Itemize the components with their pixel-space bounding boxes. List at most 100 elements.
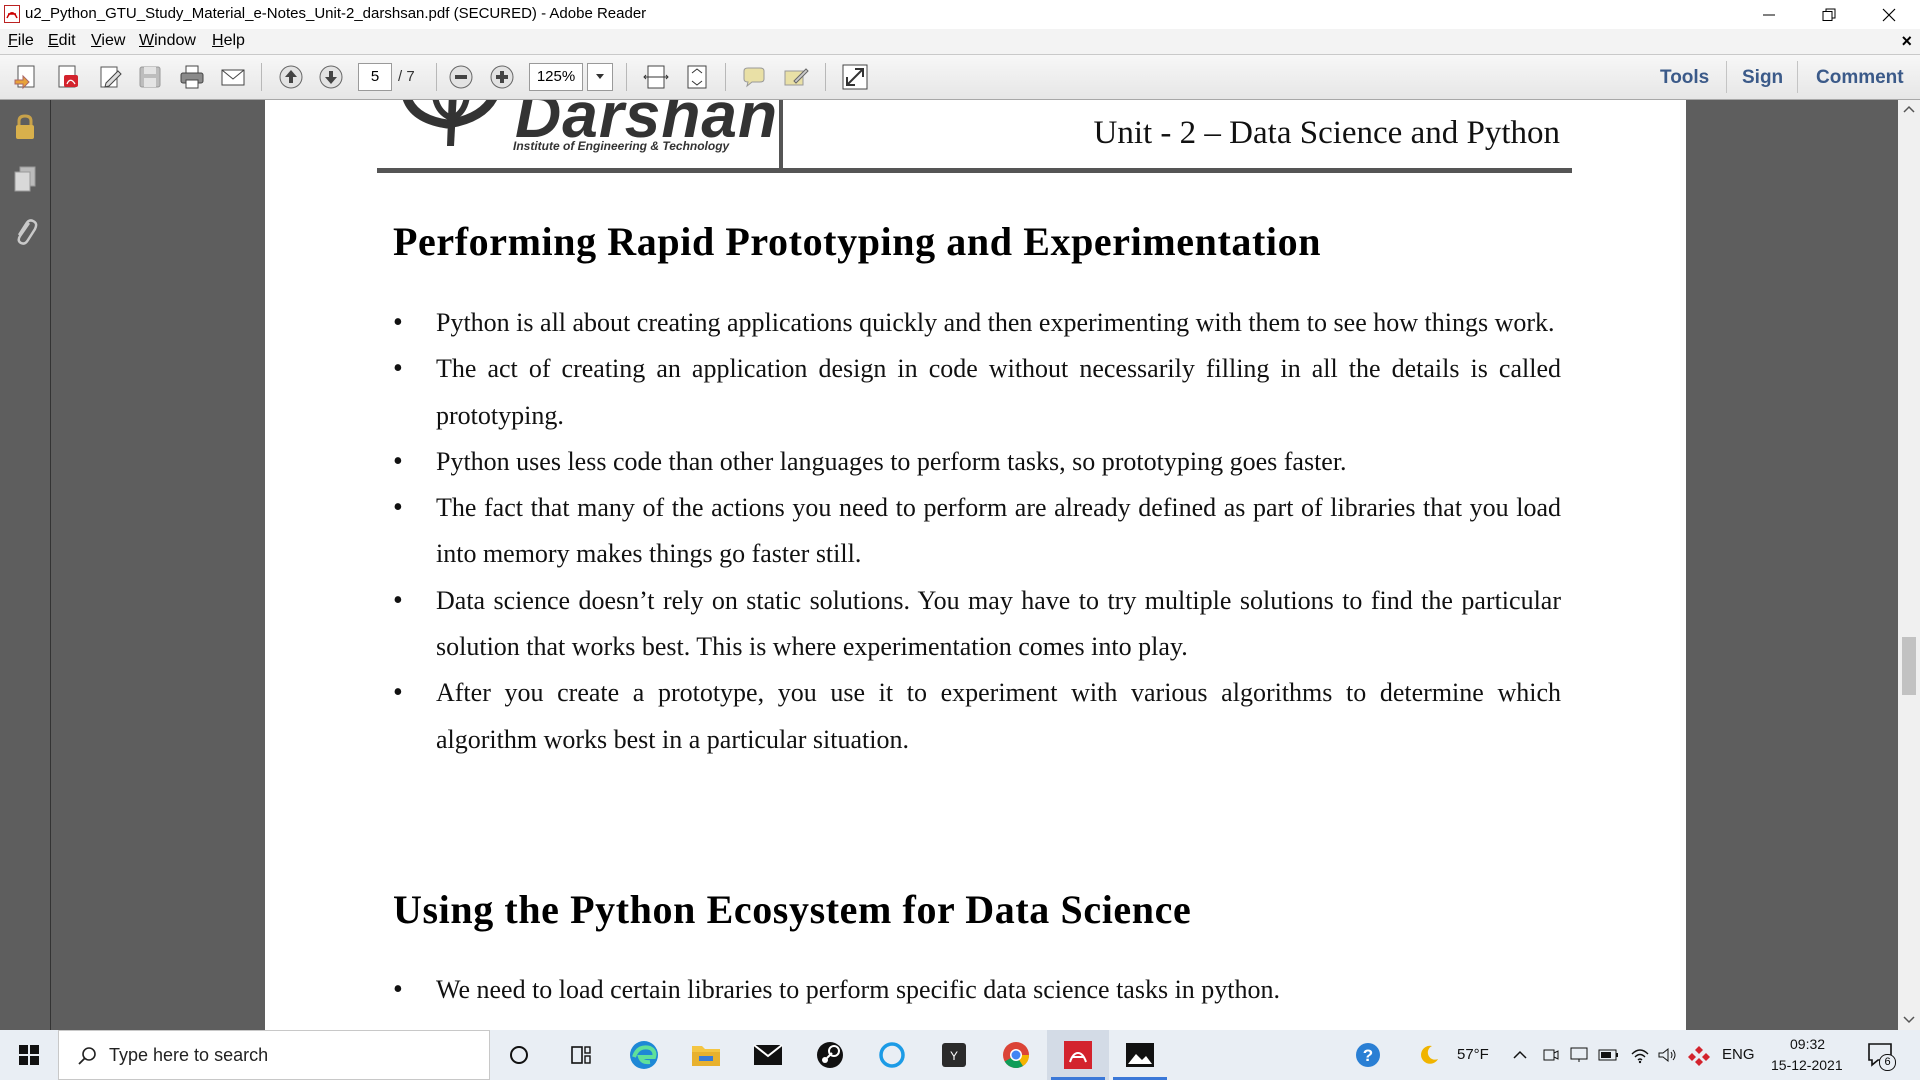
yahoo-app[interactable]: Y: [923, 1030, 985, 1080]
vertical-scrollbar[interactable]: [1898, 100, 1920, 1030]
svg-text:Y: Y: [950, 1049, 958, 1063]
menu-help[interactable]: Help: [212, 32, 245, 50]
security-settings-button[interactable]: [10, 112, 40, 142]
clock-date[interactable]: 15-12-2021: [1771, 1057, 1843, 1073]
toolbar-separator: [1797, 61, 1798, 93]
wifi-icon[interactable]: [1630, 1046, 1650, 1064]
title-bar: u2_Python_GTU_Study_Material_e-Notes_Uni…: [0, 0, 1920, 29]
taskbar-search-box[interactable]: Type here to search: [58, 1030, 490, 1080]
taskbar: Type here to search Y ? 57°F ENG 09:32 1…: [0, 1030, 1920, 1080]
sticky-note-button[interactable]: [738, 61, 770, 93]
meet-now-icon[interactable]: [1543, 1047, 1559, 1063]
edge-app[interactable]: [613, 1030, 675, 1080]
create-pdf-icon: [14, 65, 35, 90]
close-document-button[interactable]: ×: [1901, 31, 1912, 52]
help-tray-icon[interactable]: ?: [1338, 1030, 1398, 1080]
mail-icon: [753, 1044, 783, 1065]
mail-app[interactable]: [737, 1030, 799, 1080]
pdf-file-icon: [58, 65, 78, 88]
file-explorer-app[interactable]: [675, 1030, 737, 1080]
cortana-app[interactable]: [861, 1030, 923, 1080]
bullet-list: We need to load certain libraries to per…: [393, 967, 1561, 1014]
photos-app[interactable]: [1109, 1030, 1171, 1080]
toolbar-separator: [261, 63, 262, 91]
menu-view[interactable]: View: [91, 32, 125, 50]
moon-weather-icon[interactable]: [1418, 1044, 1440, 1066]
menu-window[interactable]: Window: [139, 32, 196, 50]
zoom-out-button[interactable]: [445, 61, 477, 93]
header-rule: [377, 168, 1572, 173]
expand-icon: [842, 64, 868, 90]
task-view-button[interactable]: [488, 1030, 550, 1080]
start-button[interactable]: [0, 1030, 58, 1080]
battery-icon[interactable]: [1598, 1048, 1620, 1062]
steam-icon: [817, 1042, 843, 1068]
volume-icon[interactable]: [1657, 1046, 1677, 1064]
create-pdf-button[interactable]: [10, 61, 42, 93]
toolbar: 5 / 7 125% Tools Sign Comment: [0, 55, 1920, 100]
logo-emblem-icon: [402, 100, 497, 146]
menu-edit[interactable]: Edit: [48, 32, 76, 50]
restore-button[interactable]: [1800, 0, 1858, 29]
notification-center-button[interactable]: 6: [1866, 1040, 1896, 1071]
folder-icon: [692, 1046, 720, 1066]
edit-pdf-button[interactable]: [94, 61, 126, 93]
app-tray-icon[interactable]: [1688, 1044, 1710, 1066]
scroll-up-icon[interactable]: [1903, 105, 1915, 113]
highlight-text-button[interactable]: [780, 61, 812, 93]
close-window-button[interactable]: [1860, 0, 1918, 29]
page-number-input[interactable]: 5: [358, 63, 392, 91]
print-button[interactable]: [176, 61, 208, 93]
edge-browser-icon: [630, 1041, 658, 1069]
page-total: / 7: [398, 68, 415, 85]
zoom-level-input[interactable]: 125%: [529, 63, 583, 91]
unit-title: Unit - 2 – Data Science and Python: [1093, 115, 1560, 151]
next-page-button[interactable]: [315, 61, 347, 93]
lock-icon: [16, 114, 34, 139]
menu-bar: File Edit View Window Help ×: [0, 29, 1920, 55]
steam-app[interactable]: [799, 1030, 861, 1080]
previous-page-button[interactable]: [275, 61, 307, 93]
attachments-button[interactable]: [10, 216, 40, 246]
weather-temperature[interactable]: 57°F: [1457, 1046, 1489, 1063]
comment-pane-button[interactable]: Comment: [1816, 67, 1904, 89]
list-item: Data science doesn’t rely on static solu…: [393, 578, 1561, 671]
export-pdf-button[interactable]: [52, 61, 84, 93]
fit-page-button[interactable]: [681, 61, 713, 93]
display-icon[interactable]: [1570, 1046, 1588, 1064]
page-thumbnails-button[interactable]: [10, 164, 40, 194]
navigation-panel: [0, 100, 51, 1030]
zoom-dropdown-button[interactable]: [587, 63, 613, 91]
notification-count-badge: 6: [1879, 1054, 1896, 1071]
arrow-down-icon: [319, 65, 343, 89]
adobe-reader-app[interactable]: [1047, 1030, 1109, 1080]
chrome-icon: [1003, 1042, 1030, 1069]
clock-time[interactable]: 09:32: [1790, 1036, 1825, 1052]
scrollbar-thumb[interactable]: [1902, 637, 1916, 695]
minimize-icon: [1763, 14, 1775, 15]
chevron-down-icon: [596, 74, 604, 79]
highlighter-icon: [784, 68, 809, 86]
chrome-app[interactable]: [985, 1030, 1047, 1080]
fit-page-icon: [687, 65, 707, 89]
minimize-button[interactable]: [1740, 0, 1798, 29]
save-button[interactable]: [134, 61, 166, 93]
input-language[interactable]: ENG: [1722, 1046, 1755, 1063]
search-icon: [78, 1047, 96, 1065]
close-icon: [1882, 8, 1896, 21]
windows-logo-icon: [19, 1045, 39, 1065]
chevron-up-icon[interactable]: [1513, 1049, 1527, 1059]
scroll-down-icon[interactable]: [1903, 1016, 1915, 1024]
print-icon: [180, 65, 204, 89]
fit-width-button[interactable]: [640, 61, 672, 93]
menu-file[interactable]: File: [8, 32, 34, 50]
full-screen-button[interactable]: [839, 61, 871, 93]
task-view-timeline-button[interactable]: [550, 1030, 612, 1080]
zoom-in-button[interactable]: [486, 61, 518, 93]
photos-icon: [1126, 1043, 1154, 1067]
tools-pane-button[interactable]: Tools: [1660, 67, 1709, 89]
restore-icon: [1822, 8, 1836, 21]
save-icon: [139, 66, 161, 88]
sign-pane-button[interactable]: Sign: [1742, 67, 1783, 89]
email-button[interactable]: [217, 61, 249, 93]
